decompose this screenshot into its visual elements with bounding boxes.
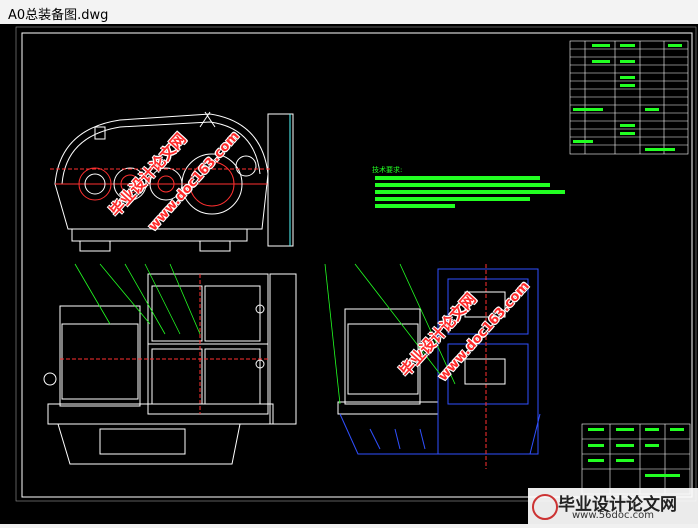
spec-table xyxy=(569,40,689,155)
footer-logo: 毕业设计论文网 www.56doc.com xyxy=(528,488,698,524)
window-title: A0总装备图.dwg xyxy=(8,8,109,23)
spec-table-fill xyxy=(573,44,682,151)
drawing-svg: 技术要求: xyxy=(15,26,697,502)
cad-drawing-canvas[interactable]: 技术要求: 毕业设计论文网 www.doc163.com 毕业设计论文网 www… xyxy=(0,24,698,524)
notes-heading: 技术要求: xyxy=(372,165,402,174)
logo-mark-icon xyxy=(532,494,558,520)
title-block-fill xyxy=(588,428,684,477)
title-bar: A0总装备图.dwg xyxy=(0,0,698,25)
technical-notes: 技术要求: xyxy=(372,165,565,208)
footer-logo-en: www.56doc.com xyxy=(572,510,655,521)
drawing-border xyxy=(21,32,693,498)
gearbox-top-view xyxy=(43,273,297,465)
leader-lines xyxy=(74,263,456,405)
